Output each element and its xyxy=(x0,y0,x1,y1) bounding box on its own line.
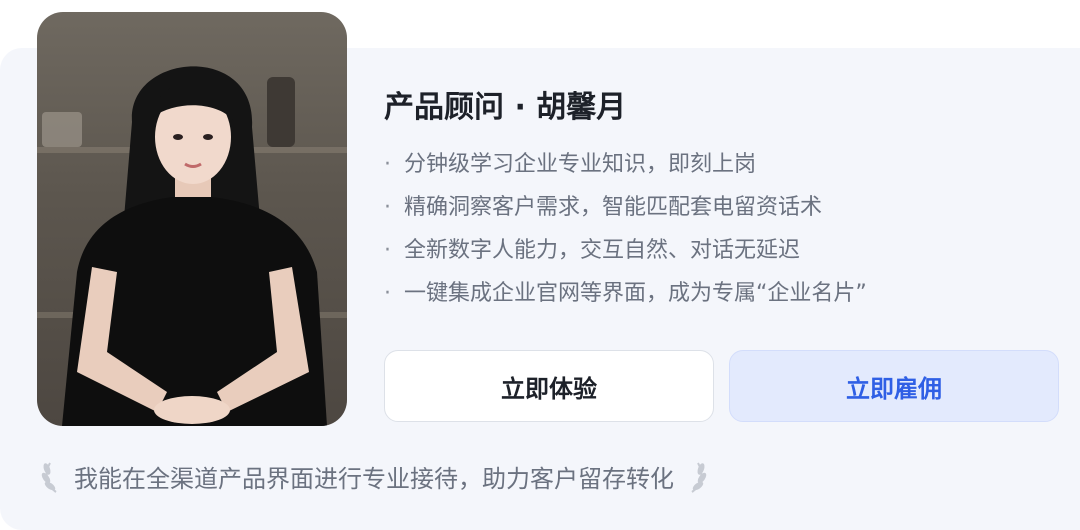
feature-item: · 分钟级学习企业专业知识，即刻上岗 xyxy=(384,146,1024,189)
bullet-icon: · xyxy=(384,152,391,177)
feature-item: · 一键集成企业官网等界面，成为专属“企业名片” xyxy=(384,275,1024,318)
bullet-icon: · xyxy=(384,281,391,306)
slogan-text: 我能在全渠道产品界面进行专业接待，助力客户留存转化 xyxy=(74,464,674,493)
hire-now-button[interactable]: 立即雇佣 xyxy=(729,350,1059,422)
bullet-icon: · xyxy=(384,195,391,220)
feature-item: · 全新数字人能力，交互自然、对话无延迟 xyxy=(384,232,1024,275)
laurel-left-icon xyxy=(40,459,64,493)
feature-text: 全新数字人能力，交互自然、对话无延迟 xyxy=(404,238,801,263)
feature-text: 一键集成企业官网等界面，成为专属“企业名片” xyxy=(404,281,867,306)
feature-text: 精确洞察客户需求，智能匹配套电留资话术 xyxy=(404,195,823,220)
feature-list: · 分钟级学习企业专业知识，即刻上岗 · 精确洞察客户需求，智能匹配套电留资话术 ·… xyxy=(384,146,1024,318)
bullet-icon: · xyxy=(384,238,391,263)
slogan: 我能在全渠道产品界面进行专业接待，助力客户留存转化 xyxy=(40,456,708,496)
try-now-button[interactable]: 立即体验 xyxy=(384,350,714,422)
advisor-title: 产品顾问 · 胡馨月 xyxy=(384,90,627,125)
advisor-avatar xyxy=(37,12,347,426)
laurel-right-icon xyxy=(684,459,708,493)
feature-text: 分钟级学习企业专业知识，即刻上岗 xyxy=(404,152,757,177)
feature-item: · 精确洞察客户需求，智能匹配套电留资话术 xyxy=(384,189,1024,232)
